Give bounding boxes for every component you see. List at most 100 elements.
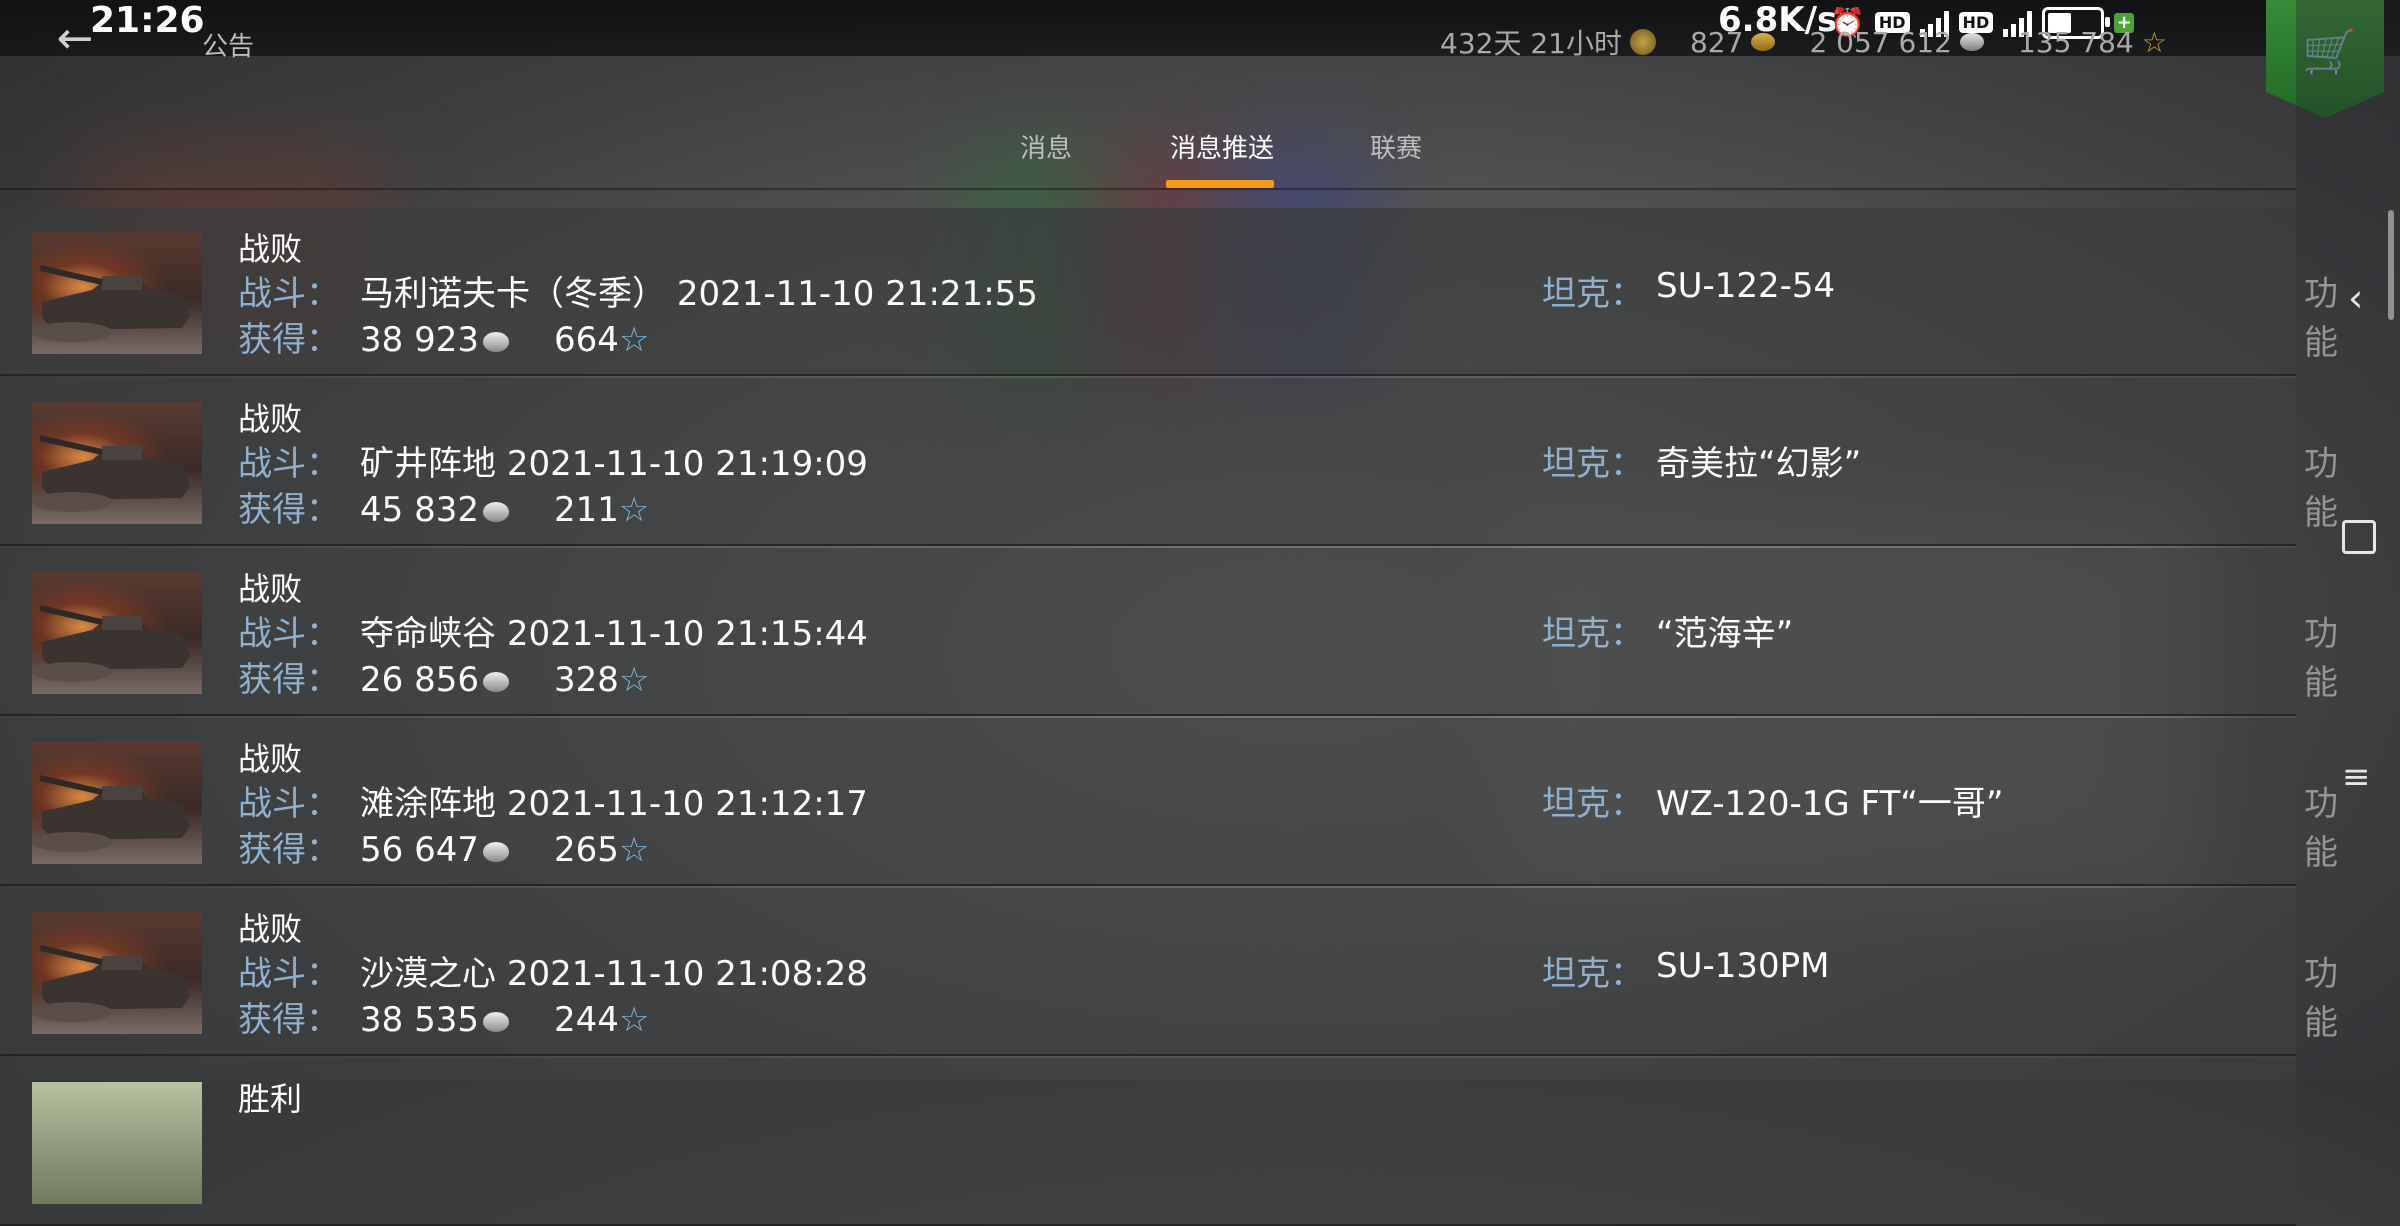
- battle-datetime: 2021-11-10 21:15:44: [506, 614, 868, 654]
- message-row[interactable]: 战败战斗： 马利诺夫卡（冬季） 2021-11-10 21:21:55 获得： 38 …: [0, 208, 2338, 376]
- back-arrow-icon[interactable]: ←: [50, 14, 100, 64]
- battle-datetime: 2021-11-10 21:21:55: [676, 274, 1038, 314]
- earned-credits: 26 856: [360, 660, 479, 700]
- message-row-partial[interactable]: 胜利: [0, 1058, 2296, 1226]
- battle-info: 战斗： 沙漠之心 2021-11-10 21:08:28: [238, 946, 868, 995]
- battle-map: 夺命峡谷: [360, 614, 496, 654]
- free-xp-balance: 135 784 ☆: [2018, 26, 2167, 59]
- earned-label: 获得：: [238, 320, 340, 360]
- battle-result: 胜利: [238, 1080, 303, 1118]
- battle-label: 战斗：: [238, 614, 340, 654]
- battle-datetime: 2021-11-10 21:12:17: [506, 784, 868, 824]
- tank-label: 坦克：: [1542, 954, 1644, 994]
- earned-xp: 211: [554, 490, 619, 530]
- tank-name: SU-122-54: [1656, 266, 1836, 306]
- silver-coin-icon: [1959, 33, 1984, 51]
- message-row[interactable]: 战败战斗： 夺命峡谷 2021-11-10 21:15:44 获得： 26 856 32…: [0, 548, 2338, 716]
- earned-xp: 265: [554, 830, 619, 870]
- earned-credits: 38 923: [360, 320, 479, 360]
- earned-label: 获得：: [238, 490, 340, 530]
- battle-result: 战败: [238, 740, 303, 778]
- battle-info: 战斗： 马利诺夫卡（冬季） 2021-11-10 21:21:55: [238, 266, 1038, 315]
- silver-coin-icon: [482, 1011, 509, 1032]
- nav-back-icon[interactable]: ‹: [2348, 276, 2363, 320]
- tab-push-messages[interactable]: 消息推送: [1170, 128, 1274, 165]
- battle-datetime: 2021-11-10 21:08:28: [506, 954, 868, 994]
- currency-bar: 432天 21小时 827 2 057 612 135 784 ☆: [1440, 22, 2167, 62]
- xp-star-icon: ☆: [618, 1000, 650, 1040]
- earnings-info: 获得： 45 832 211☆: [238, 482, 649, 531]
- xp-star-icon: ☆: [618, 830, 650, 870]
- credits-value: 2 057 612: [1809, 25, 1952, 59]
- tank-name: SU-130PM: [1656, 946, 1830, 986]
- nav-home-icon[interactable]: [2342, 520, 2376, 554]
- battle-thumbnail: [32, 912, 202, 1034]
- silver-coin-icon: [482, 671, 509, 692]
- xp-star-icon: ☆: [618, 490, 650, 530]
- message-row[interactable]: 战败战斗： 滩涂阵地 2021-11-10 21:12:17 获得： 56 647 26…: [0, 718, 2338, 886]
- battle-result: 战败: [238, 570, 303, 608]
- battle-result: 战败: [238, 230, 303, 268]
- earned-label: 获得：: [238, 1000, 340, 1040]
- earned-credits: 45 832: [360, 490, 479, 530]
- tab-bar: 消息 消息推送 联赛: [0, 128, 2296, 190]
- active-tab-indicator: [1166, 180, 1274, 188]
- battle-thumbnail: [32, 1082, 202, 1204]
- earnings-info: 获得： 38 923 664☆: [238, 312, 649, 361]
- earned-credits: 56 647: [360, 830, 479, 870]
- earned-xp: 664: [554, 320, 619, 360]
- tab-messages[interactable]: 消息: [1020, 128, 1072, 165]
- message-row[interactable]: 战败战斗： 矿井阵地 2021-11-10 21:19:09 获得： 45 832 21…: [0, 378, 2338, 546]
- battle-map: 沙漠之心: [360, 954, 496, 994]
- battle-label: 战斗：: [238, 444, 340, 484]
- tank-label: 坦克：: [1542, 614, 1644, 654]
- premium-time-value: 432天 21小时: [1440, 27, 1622, 60]
- battle-thumbnail: [32, 402, 202, 524]
- battle-result: 战败: [238, 400, 303, 438]
- tank-label: 坦克：: [1542, 444, 1644, 484]
- battle-map: 马利诺夫卡（冬季）: [360, 274, 666, 314]
- premium-time: 432天 21小时: [1440, 22, 1656, 62]
- tank-name: 奇美拉“幻影”: [1656, 444, 1862, 484]
- star-icon: ☆: [2141, 25, 2167, 59]
- battle-map: 矿井阵地: [360, 444, 496, 484]
- tab-league[interactable]: 联赛: [1370, 128, 1422, 165]
- earnings-info: 获得： 38 535 244☆: [238, 992, 649, 1041]
- credits-balance: 2 057 612: [1809, 26, 1984, 59]
- tank-name: WZ-120-1G FT“一哥”: [1656, 784, 2004, 824]
- battle-datetime: 2021-11-10 21:19:09: [506, 444, 868, 484]
- battle-label: 战斗：: [238, 954, 340, 994]
- tank-name: “范海辛”: [1656, 614, 1794, 654]
- scrollbar[interactable]: [2388, 210, 2394, 320]
- battle-label: 战斗：: [238, 274, 340, 314]
- xp-star-icon: ☆: [618, 660, 650, 700]
- status-clock: 21:26: [90, 0, 205, 41]
- earned-credits: 38 535: [360, 1000, 479, 1040]
- earned-xp: 244: [554, 1000, 619, 1040]
- nav-menu-icon[interactable]: ≡: [2342, 760, 2371, 794]
- tank-label: 坦克：: [1542, 274, 1644, 314]
- message-row[interactable]: 战败战斗： 沙漠之心 2021-11-10 21:08:28 获得： 38 535 24…: [0, 888, 2338, 1056]
- battle-info: 战斗： 滩涂阵地 2021-11-10 21:12:17: [238, 776, 868, 825]
- battle-thumbnail: [32, 572, 202, 694]
- earned-xp: 328: [554, 660, 619, 700]
- battle-thumbnail: [32, 232, 202, 354]
- earned-label: 获得：: [238, 660, 340, 700]
- tank-label: 坦克：: [1542, 784, 1644, 824]
- earned-label: 获得：: [238, 830, 340, 870]
- battle-label: 战斗：: [238, 784, 340, 824]
- battle-result: 战败: [238, 910, 303, 948]
- silver-coin-icon: [482, 331, 509, 352]
- earnings-info: 获得： 56 647 265☆: [238, 822, 649, 871]
- battle-info: 战斗： 矿井阵地 2021-11-10 21:19:09: [238, 436, 868, 485]
- battle-map: 滩涂阵地: [360, 784, 496, 824]
- earnings-info: 获得： 26 856 328☆: [238, 652, 649, 701]
- gold-value: 827: [1689, 25, 1744, 59]
- xp-star-icon: ☆: [618, 320, 650, 360]
- gold-balance: 827: [1689, 25, 1776, 59]
- divider: [0, 188, 2296, 190]
- premium-medal-icon: [1629, 29, 1656, 55]
- silver-coin-icon: [482, 841, 509, 862]
- page-title: 公告: [202, 32, 255, 62]
- gold-coin-icon: [1751, 33, 1776, 51]
